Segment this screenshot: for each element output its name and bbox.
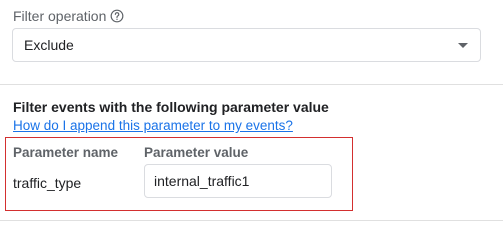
parameter-name-value: traffic_type [13, 175, 82, 191]
section-divider-bottom [0, 220, 503, 221]
filter-settings-panel: Filter operation Exclude Filter events w… [0, 0, 503, 230]
help-circle-icon[interactable] [110, 9, 124, 23]
parameter-section-title: Filter events with the following paramet… [13, 99, 329, 115]
filter-operation-label-row: Filter operation [13, 8, 124, 24]
parameter-name-header: Parameter name [13, 145, 119, 160]
section-divider [0, 84, 503, 85]
filter-operation-select[interactable]: Exclude [12, 28, 481, 62]
parameter-value-input[interactable] [144, 164, 332, 198]
parameter-value-header: Parameter value [144, 145, 249, 160]
filter-operation-label: Filter operation [13, 8, 107, 24]
dropdown-arrow-icon [458, 42, 468, 48]
filter-operation-selected-value: Exclude [24, 37, 74, 53]
append-parameter-help-link[interactable]: How do I append this parameter to my eve… [13, 118, 293, 133]
